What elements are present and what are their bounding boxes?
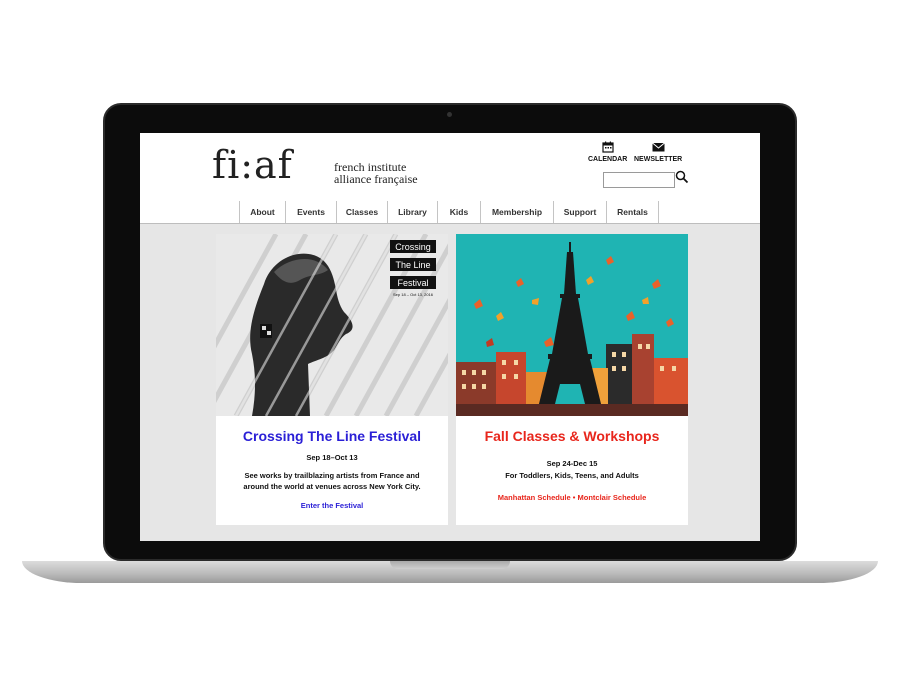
- envelope-icon: [651, 142, 665, 152]
- site-header: fi:af french institute alliance français…: [140, 133, 760, 224]
- festival-desc-line-1: See works by trailblazing artists from F…: [244, 471, 420, 480]
- calendar-label: CALENDAR: [588, 156, 628, 163]
- manhattan-schedule-link[interactable]: Manhattan Schedule: [498, 493, 571, 502]
- search-input[interactable]: [603, 172, 675, 188]
- nav-item-kids[interactable]: Kids: [437, 201, 480, 223]
- festival-dates: Sep 18–Oct 13: [306, 453, 358, 462]
- festival-image-dates: Sep 18 – Oct 13, 2016: [393, 292, 434, 297]
- festival-image-word-2: The Line: [395, 260, 430, 270]
- festival-image-word-3: Festival: [397, 278, 428, 288]
- classes-image[interactable]: [456, 234, 688, 416]
- festival-card: Crossing The Line Festival Sep 18 – Oct …: [216, 234, 448, 525]
- newsletter-label: NEWSLETTER: [634, 156, 683, 163]
- site-tagline: french institute alliance française: [334, 161, 418, 185]
- festival-image-word-1: Crossing: [395, 242, 431, 252]
- nav-item-rentals[interactable]: Rentals: [606, 201, 659, 223]
- montclair-schedule-link[interactable]: Montclair Schedule: [578, 493, 647, 502]
- classes-dates: Sep 24-Dec 15: [546, 459, 598, 468]
- festival-portrait-illustration: Crossing The Line Festival Sep 18 – Oct …: [216, 234, 448, 416]
- nav-item-about[interactable]: About: [239, 201, 285, 223]
- festival-image[interactable]: Crossing The Line Festival Sep 18 – Oct …: [216, 234, 448, 416]
- tagline-line-2: alliance française: [334, 172, 418, 186]
- main-nav: About Events Classes Library Kids Member…: [140, 201, 760, 224]
- nav-item-membership[interactable]: Membership: [480, 201, 553, 223]
- classes-audience: For Toddlers, Kids, Teens, and Adults: [505, 471, 639, 480]
- laptop-notch: [390, 561, 510, 569]
- search-icon[interactable]: [675, 170, 689, 184]
- paris-skyline-illustration: [456, 234, 688, 416]
- nav-item-library[interactable]: Library: [387, 201, 437, 223]
- classes-card: Fall Classes & Workshops Sep 24-Dec 15 F…: [456, 234, 688, 525]
- classes-title[interactable]: Fall Classes & Workshops: [456, 428, 688, 444]
- nav-item-classes[interactable]: Classes: [336, 201, 387, 223]
- newsletter-link[interactable]: NEWSLETTER: [634, 141, 682, 163]
- laptop-camera: [447, 112, 452, 117]
- festival-desc-line-2: around the world at venues across New Yo…: [243, 482, 421, 491]
- browser-screen: fi:af french institute alliance français…: [140, 133, 760, 541]
- schedule-separator: •: [572, 493, 576, 502]
- festival-title[interactable]: Crossing The Line Festival: [216, 428, 448, 444]
- nav-item-support[interactable]: Support: [553, 201, 606, 223]
- festival-image-title: Crossing The Line Festival Sep 18 – Oct …: [390, 240, 436, 297]
- enter-festival-link[interactable]: Enter the Festival: [216, 501, 448, 510]
- calendar-icon: [602, 141, 614, 153]
- site-logo[interactable]: fi:af: [212, 143, 293, 187]
- calendar-link[interactable]: CALENDAR: [588, 141, 627, 163]
- nav-item-events[interactable]: Events: [285, 201, 336, 223]
- classes-schedule-links: Manhattan Schedule • Montclair Schedule: [456, 493, 688, 502]
